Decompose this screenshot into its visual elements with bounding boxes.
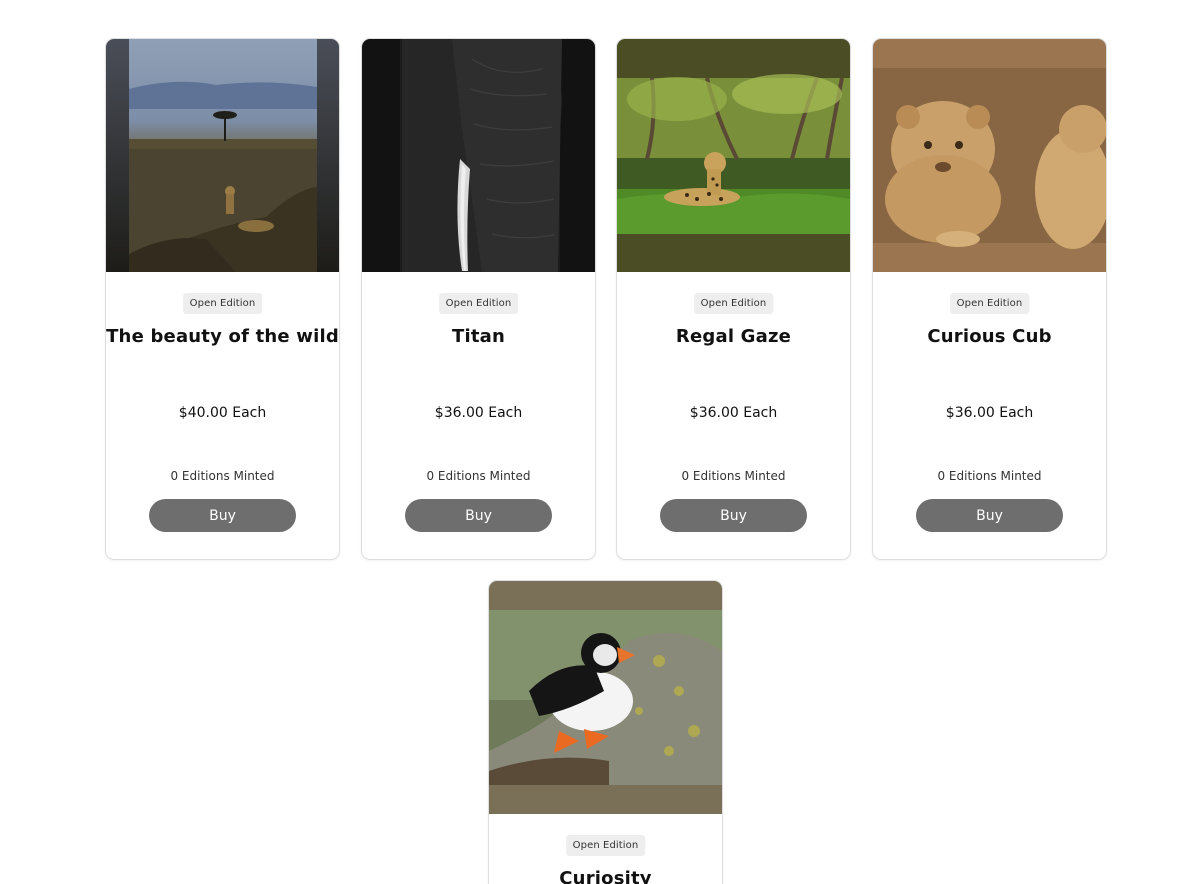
editions-minted: 0 Editions Minted — [426, 469, 531, 483]
artwork-title: Curious Cub — [927, 326, 1052, 347]
elephant-photo[interactable] — [362, 39, 595, 272]
editions-minted: 0 Editions Minted — [170, 469, 275, 483]
leopard-photo[interactable] — [617, 39, 850, 272]
artwork-price: $36.00 Each — [689, 405, 778, 421]
artwork-title: Regal Gaze — [675, 326, 792, 347]
artwork-gallery: Open Edition The beauty of the wild $40.… — [0, 0, 1200, 884]
artwork-card[interactable]: Open Edition Curious Cub $36.00 Each 0 E… — [872, 38, 1107, 560]
artwork-title: Curiosity — [559, 868, 652, 884]
cheetah-savanna-photo[interactable] — [106, 39, 339, 272]
artwork-price: $36.00 Each — [434, 405, 523, 421]
edition-badge: Open Edition — [182, 293, 263, 314]
lion-cub-photo[interactable] — [873, 39, 1106, 272]
artwork-card[interactable]: Open Edition The beauty of the wild $40.… — [105, 38, 340, 560]
artwork-price: $36.00 Each — [945, 405, 1034, 421]
edition-badge: Open Edition — [565, 835, 646, 856]
buy-button[interactable]: Buy — [660, 499, 807, 532]
puffin-photo[interactable] — [489, 581, 722, 814]
edition-badge: Open Edition — [438, 293, 519, 314]
buy-button[interactable]: Buy — [149, 499, 296, 532]
artwork-price: $40.00 Each — [178, 405, 267, 421]
artwork-title: The beauty of the wild — [106, 326, 339, 347]
artwork-card[interactable]: Open Edition Titan $36.00 Each 0 Edition… — [361, 38, 596, 560]
editions-minted: 0 Editions Minted — [681, 469, 786, 483]
edition-badge: Open Edition — [949, 293, 1030, 314]
edition-badge: Open Edition — [693, 293, 774, 314]
artwork-card[interactable]: Open Edition Regal Gaze $36.00 Each 0 Ed… — [616, 38, 851, 560]
editions-minted: 0 Editions Minted — [937, 469, 1042, 483]
artwork-title: Titan — [451, 326, 505, 347]
artwork-card[interactable]: Open Edition Curiosity — [488, 580, 723, 884]
buy-button[interactable]: Buy — [405, 499, 552, 532]
buy-button[interactable]: Buy — [916, 499, 1063, 532]
